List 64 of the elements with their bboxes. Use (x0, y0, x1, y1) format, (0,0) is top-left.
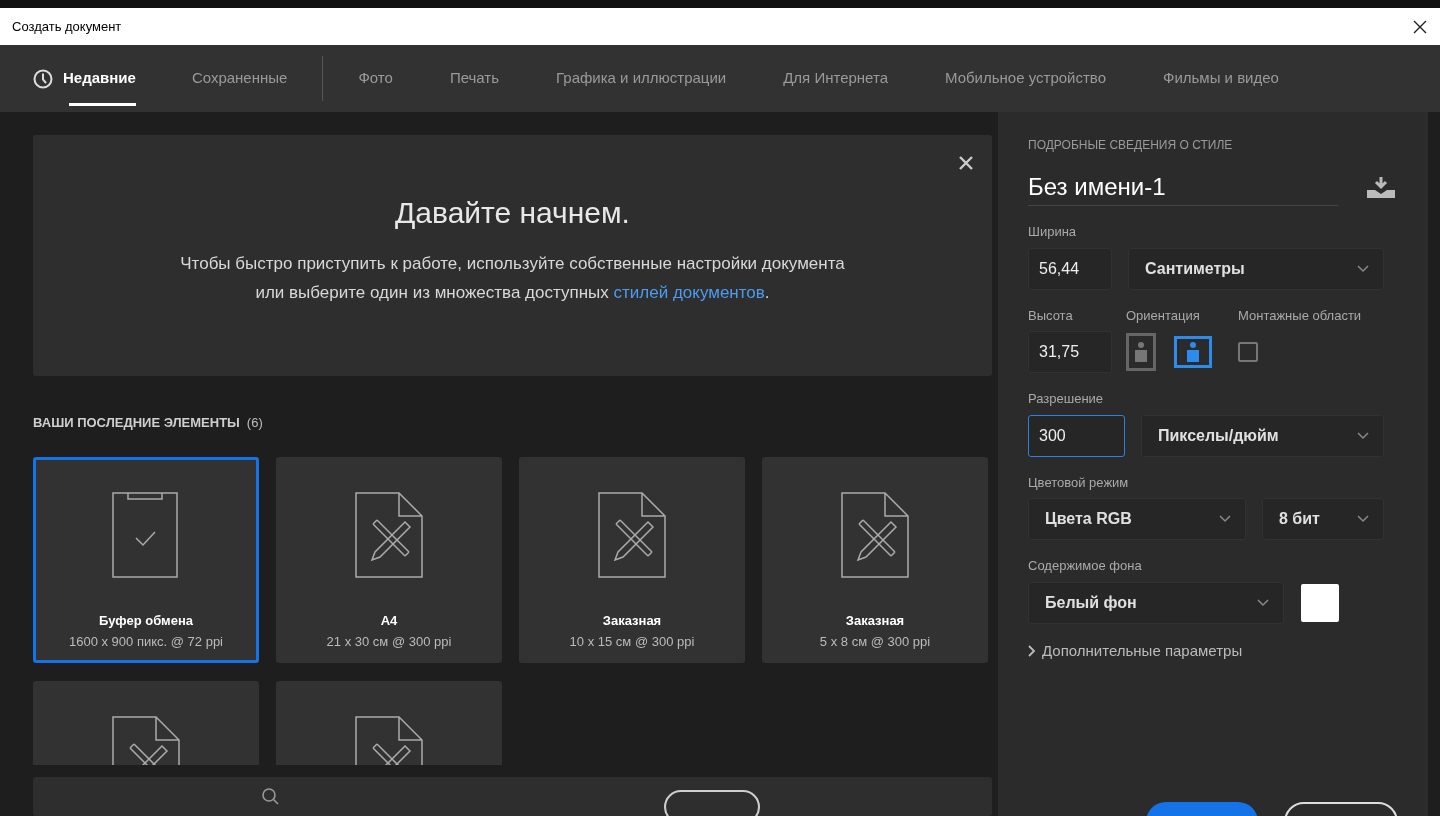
card-title: A4 (380, 611, 398, 630)
recent-document-card[interactable]: A4 21 x 30 см @ 300 ppi (276, 456, 502, 663)
banner-heading: Давайте начнем. (395, 195, 630, 231)
recent-document-card[interactable]: Заказная 5 x 8 см @ 300 ppi (762, 456, 988, 663)
download-icon[interactable] (1366, 176, 1396, 198)
tab[interactable]: Печать (449, 45, 499, 112)
field-label: Высота (1028, 306, 1074, 325)
height-field[interactable]: 31,75 (1028, 331, 1112, 373)
bit-depth-dropdown[interactable]: 8 бит (1262, 498, 1384, 540)
field-label: Монтажные области (1238, 306, 1362, 325)
resolution-field[interactable]: 300 (1028, 414, 1125, 457)
unit-dropdown[interactable]: Сантиметры (1128, 247, 1384, 290)
find-button[interactable] (664, 789, 760, 816)
advanced-options-toggle[interactable]: Дополнительные параметры (1028, 639, 1396, 662)
field-label: Содержимое фона (1028, 557, 1143, 575)
item-count: (6) (246, 414, 263, 433)
tab[interactable]: Фото (358, 45, 393, 112)
clipboard-check-icon (112, 491, 180, 578)
banner-text: Чтобы быстро приступить к работе, используйте собственные настройки документа или выберите один из множества доступных стилей документов. (179, 253, 846, 304)
field-label: Ширина (1028, 223, 1078, 241)
document-name-field[interactable]: Без имени-1 (1028, 168, 1338, 206)
section-heading: ПОДРОБНЫЕ СВЕДЕНИЯ О СТИЛЕ (1028, 137, 1234, 154)
tab[interactable]: Графика и иллюстрации (556, 45, 727, 112)
chevron-right-icon (1028, 644, 1036, 657)
card-details: 21 x 30 см @ 300 ppi (326, 633, 452, 652)
chevron-down-icon (1257, 598, 1269, 607)
tab[interactable]: Сохраненные (191, 45, 288, 112)
color-mode-dropdown[interactable]: Цвета RGB (1028, 498, 1246, 540)
width-field[interactable]: 56,44 (1028, 247, 1112, 290)
card-details: 5 x 8 см @ 300 ppi (819, 633, 931, 652)
clock-icon (33, 68, 53, 89)
field-label: Цветовой режим (1028, 473, 1130, 492)
recent-document-card[interactable]: Буфер обмена 1600 x 900 пикс. @ 72 ppi (33, 456, 259, 663)
link[interactable]: стилей документов (613, 283, 765, 302)
document-icon (841, 491, 909, 578)
window-title: Создать документ (12, 17, 122, 36)
landscape-orientation-button[interactable] (1174, 336, 1212, 368)
card-title: Заказная (845, 611, 905, 630)
recent-document-card[interactable]: Заказная 10 x 15 см @ 300 ppi (519, 456, 745, 663)
document-icon (598, 491, 666, 578)
field-label: Разрешение (1028, 390, 1105, 408)
chevron-down-icon (1357, 515, 1369, 523)
chevron-down-icon (1357, 264, 1369, 273)
section-heading: ВАШИ ПОСЛЕДНИЕ ЭЛЕМЕНТЫ (33, 414, 240, 433)
artboards-checkbox[interactable] (1238, 342, 1258, 362)
tab[interactable]: Мобильное устройство (945, 45, 1106, 112)
tab[interactable]: Недавние (33, 45, 136, 112)
chevron-down-icon (1219, 515, 1231, 523)
tab[interactable]: Для Интернета (783, 45, 888, 112)
search-icon (261, 786, 279, 805)
person-icon (1187, 342, 1199, 362)
tab[interactable]: Фильмы и видео (1163, 45, 1279, 112)
card-title: Заказная (602, 611, 662, 630)
card-title: Буфер обмена (99, 611, 193, 630)
field-label: Ориентация (1126, 306, 1201, 325)
card-details: 10 x 15 см @ 300 ppi (569, 633, 695, 652)
portrait-orientation-button[interactable] (1126, 333, 1156, 371)
document-icon (355, 491, 423, 578)
color-swatch[interactable] (1301, 583, 1339, 622)
background-dropdown[interactable]: Белый фон (1028, 581, 1284, 624)
chevron-down-icon (1357, 431, 1369, 440)
person-icon (1135, 342, 1147, 362)
card-details: 1600 x 900 пикс. @ 72 ppi (68, 633, 223, 652)
resolution-unit-dropdown[interactable]: Пикселы/дюйм (1141, 414, 1384, 457)
